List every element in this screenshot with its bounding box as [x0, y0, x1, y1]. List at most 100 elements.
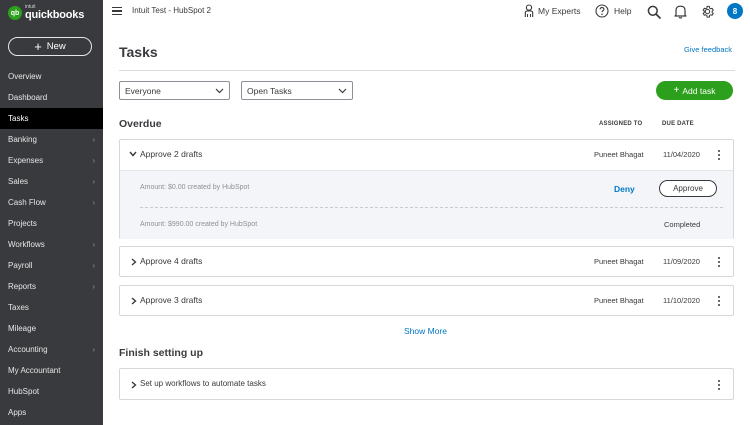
company-name: Intuit Test - HubSpot 2	[132, 6, 212, 15]
avatar[interactable]: 8	[727, 3, 743, 19]
sidebar-item-banking[interactable]: Banking ›	[0, 129, 103, 150]
sidebar-item-accounting[interactable]: Accounting ›	[0, 339, 103, 360]
sidebar-item-label: Overview	[8, 72, 42, 81]
task-title[interactable]: Approve 4 drafts	[140, 256, 202, 266]
sidebar-item-sales[interactable]: Sales ›	[0, 171, 103, 192]
chevron-right-icon: ›	[92, 156, 95, 165]
new-button-label: New	[46, 41, 66, 52]
chevron-right-icon: ›	[92, 198, 95, 207]
task-card-header[interactable]: Set up workflows to automate tasks	[120, 369, 733, 399]
chevron-right-icon: ›	[92, 240, 95, 249]
chevron-right-icon[interactable]	[131, 381, 137, 389]
task-title[interactable]: Approve 3 drafts	[140, 295, 202, 305]
sidebar-item-my-accountant[interactable]: My Accountant	[0, 360, 103, 381]
task-card-header[interactable]: Approve 2 drafts Puneet Bhagat 11/04/202…	[120, 140, 733, 170]
task-due-date: 11/09/2020	[663, 257, 700, 266]
sidebar: qb intuit quickbooks + New Overview Dash…	[0, 0, 103, 425]
sidebar-item-label: Sales	[8, 177, 29, 186]
task-card-approve-4-drafts[interactable]: Approve 4 drafts Puneet Bhagat 11/09/202…	[119, 246, 734, 277]
task-card-details: Amount: $0.00 created by HubSpot Deny Ap…	[120, 170, 733, 239]
more-options-icon[interactable]	[715, 294, 723, 308]
sidebar-item-reports[interactable]: Reports ›	[0, 276, 103, 297]
plus-icon: +	[34, 39, 42, 54]
sidebar-item-projects[interactable]: Projects	[0, 213, 103, 234]
sidebar-item-cash-flow[interactable]: Cash Flow ›	[0, 192, 103, 213]
subtask-amount: Amount: $0.00 created by HubSpot	[140, 184, 250, 191]
help-icon	[595, 4, 609, 18]
chevron-right-icon: ›	[92, 282, 95, 291]
task-title[interactable]: Approve 2 drafts	[140, 149, 202, 159]
chevron-right-icon[interactable]	[131, 258, 137, 266]
my-experts-button[interactable]: My Experts	[523, 4, 581, 18]
setup-task-title[interactable]: Set up workflows to automate tasks	[140, 379, 266, 388]
chevron-right-icon[interactable]	[131, 297, 137, 305]
sidebar-item-label: Reports	[8, 282, 37, 291]
show-more-link[interactable]: Show More	[404, 326, 447, 336]
sidebar-item-label: My Accountant	[8, 366, 61, 375]
gear-icon[interactable]	[700, 4, 715, 19]
finish-setting-up-title: Finish setting up	[119, 347, 203, 359]
add-task-button[interactable]: + Add task	[656, 81, 733, 100]
sidebar-item-label: Workflows	[8, 240, 45, 249]
task-card-approve-3-drafts[interactable]: Approve 3 drafts Puneet Bhagat 11/10/202…	[119, 285, 734, 316]
sidebar-item-payroll[interactable]: Payroll ›	[0, 255, 103, 276]
task-card-header[interactable]: Approve 3 drafts Puneet Bhagat 11/10/202…	[120, 286, 733, 316]
sidebar-item-workflows[interactable]: Workflows ›	[0, 234, 103, 255]
task-due-date: 11/04/2020	[663, 150, 700, 159]
bell-icon[interactable]	[673, 4, 688, 19]
task-card-approve-2-drafts: Approve 2 drafts Puneet Bhagat 11/04/202…	[119, 139, 734, 239]
task-assigned-to: Puneet Bhagat	[594, 150, 644, 159]
column-header-due-date: DUE DATE	[662, 121, 694, 127]
new-button[interactable]: + New	[8, 37, 92, 56]
more-options-icon[interactable]	[715, 148, 723, 162]
chevron-right-icon: ›	[92, 135, 95, 144]
hamburger-menu-icon[interactable]	[112, 7, 122, 15]
divider	[119, 70, 735, 71]
sidebar-item-label: Cash Flow	[8, 198, 46, 207]
sidebar-item-label: Apps	[8, 408, 27, 417]
assignee-filter-value: Everyone	[125, 85, 161, 96]
sidebar-item-label: Dashboard	[8, 93, 48, 102]
sidebar-item-taxes[interactable]: Taxes	[0, 297, 103, 318]
subtask-status: Completed	[664, 220, 701, 229]
approve-button[interactable]: Approve	[659, 180, 717, 197]
overdue-section-title: Overdue	[119, 118, 162, 130]
subtask-amount: Amount: $990.00 created by HubSpot	[140, 221, 258, 228]
sidebar-item-label: Banking	[8, 135, 37, 144]
chevron-down-icon	[338, 88, 347, 93]
top-bar: Intuit Test - HubSpot 2 My Experts Help …	[103, 0, 750, 24]
status-filter-select[interactable]: Open Tasks	[241, 81, 353, 100]
deny-button[interactable]: Deny	[614, 184, 635, 194]
chevron-right-icon: ›	[92, 177, 95, 186]
assignee-filter-select[interactable]: Everyone	[119, 81, 230, 100]
sidebar-item-dashboard[interactable]: Dashboard	[0, 87, 103, 108]
chevron-right-icon: ›	[92, 345, 95, 354]
chevron-down-icon[interactable]	[129, 151, 137, 157]
task-due-date: 11/10/2020	[663, 296, 700, 305]
sidebar-item-label: Payroll	[8, 261, 33, 270]
main-content: Tasks Give feedback Everyone Open Tasks …	[103, 24, 750, 425]
more-options-icon[interactable]	[715, 255, 723, 269]
sidebar-item-overview[interactable]: Overview	[0, 66, 103, 87]
chevron-down-icon	[215, 88, 224, 93]
column-header-assigned-to: ASSIGNED TO	[599, 121, 643, 127]
help-button[interactable]: Help	[595, 4, 631, 18]
status-filter-value: Open Tasks	[247, 85, 292, 96]
task-card-header[interactable]: Approve 4 drafts Puneet Bhagat 11/09/202…	[120, 247, 733, 277]
person-icon	[524, 4, 534, 17]
sidebar-item-label: Expenses	[8, 156, 44, 165]
give-feedback-link[interactable]: Give feedback	[684, 45, 732, 54]
sidebar-item-label: Mileage	[8, 324, 37, 333]
task-assigned-to: Puneet Bhagat	[594, 296, 644, 305]
sidebar-item-mileage[interactable]: Mileage	[0, 318, 103, 339]
sidebar-item-tasks[interactable]: Tasks	[0, 108, 103, 129]
sidebar-item-label: Projects	[8, 219, 37, 228]
more-options-icon[interactable]	[715, 378, 723, 392]
sidebar-item-apps[interactable]: Apps	[0, 402, 103, 423]
sidebar-item-hubspot[interactable]: HubSpot	[0, 381, 103, 402]
setup-task-card[interactable]: Set up workflows to automate tasks	[119, 368, 734, 400]
sidebar-item-label: Taxes	[8, 303, 29, 312]
quickbooks-logo[interactable]: qb intuit quickbooks	[8, 5, 84, 21]
search-icon[interactable]	[646, 4, 661, 19]
sidebar-item-expenses[interactable]: Expenses ›	[0, 150, 103, 171]
